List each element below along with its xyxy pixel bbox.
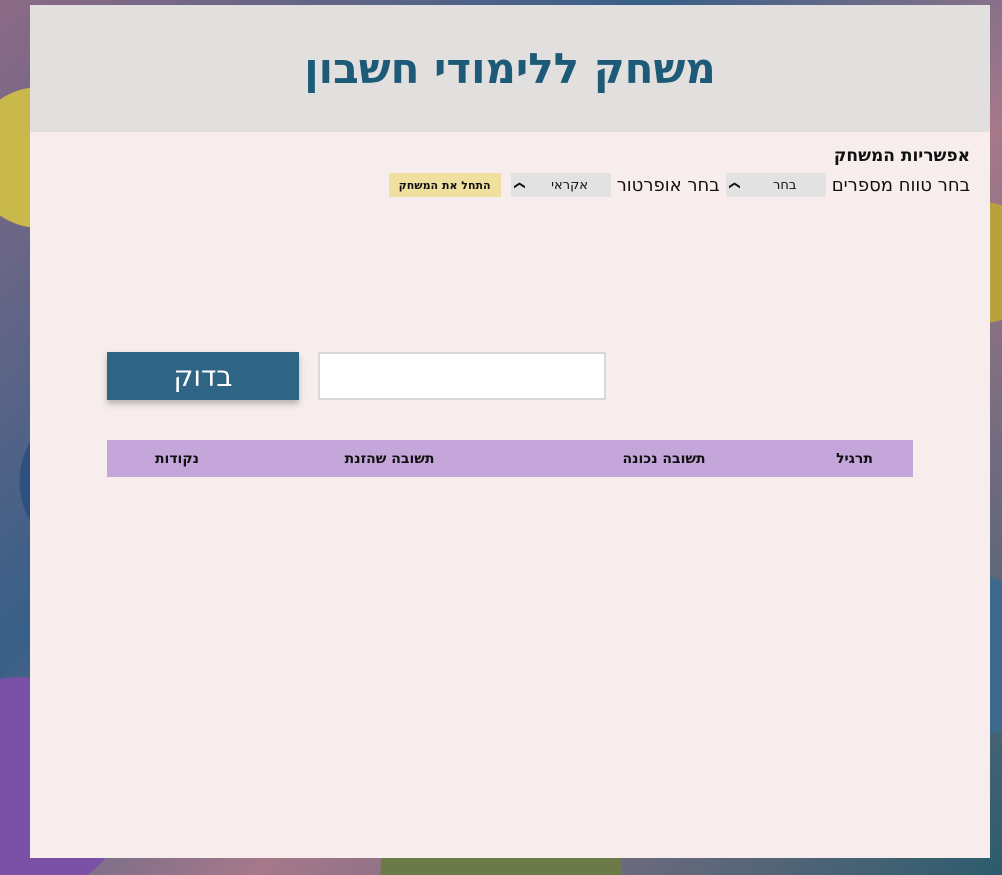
- chevron-down-icon: ❯: [728, 180, 742, 190]
- chevron-down-icon: ❯: [513, 180, 527, 190]
- range-select-value: בחר: [773, 177, 797, 193]
- header-correct-answer: תשובה נכונה: [622, 450, 706, 467]
- header-points: נקודות: [154, 450, 200, 467]
- page-title: משחק ללימודי חשבון: [304, 44, 716, 93]
- operator-label: בחר אופרטור: [616, 174, 720, 196]
- answer-row: בדוק: [107, 352, 607, 400]
- options-controls: בחר טווח מספרים בחר ❯ בחר אופרטור אקראי …: [50, 172, 970, 198]
- header-entered-answer: תשובה שהזנת: [344, 450, 435, 467]
- options-title: אפשריות המשחק: [833, 146, 970, 166]
- answer-input[interactable]: [318, 352, 606, 400]
- header-exercise: תרגיל: [836, 450, 873, 467]
- check-button[interactable]: בדוק: [107, 352, 299, 400]
- range-label: בחר טווח מספרים: [831, 174, 970, 196]
- range-select[interactable]: בחר ❯: [725, 173, 826, 197]
- operator-select[interactable]: אקראי ❯: [510, 173, 611, 197]
- start-game-button[interactable]: התחל את המשחק: [388, 173, 501, 197]
- results-table: תרגיל תשובה נכונה תשובה שהזנת נקודות: [107, 440, 913, 477]
- operator-select-value: אקראי: [551, 177, 588, 193]
- game-panel: משחק ללימודי חשבון אפשריות המשחק בחר טוו…: [30, 5, 990, 858]
- results-header-row: תרגיל תשובה נכונה תשובה שהזנת נקודות: [107, 440, 913, 477]
- game-options: אפשריות המשחק בחר טווח מספרים בחר ❯ בחר …: [30, 132, 990, 198]
- header: משחק ללימודי חשבון: [30, 5, 990, 132]
